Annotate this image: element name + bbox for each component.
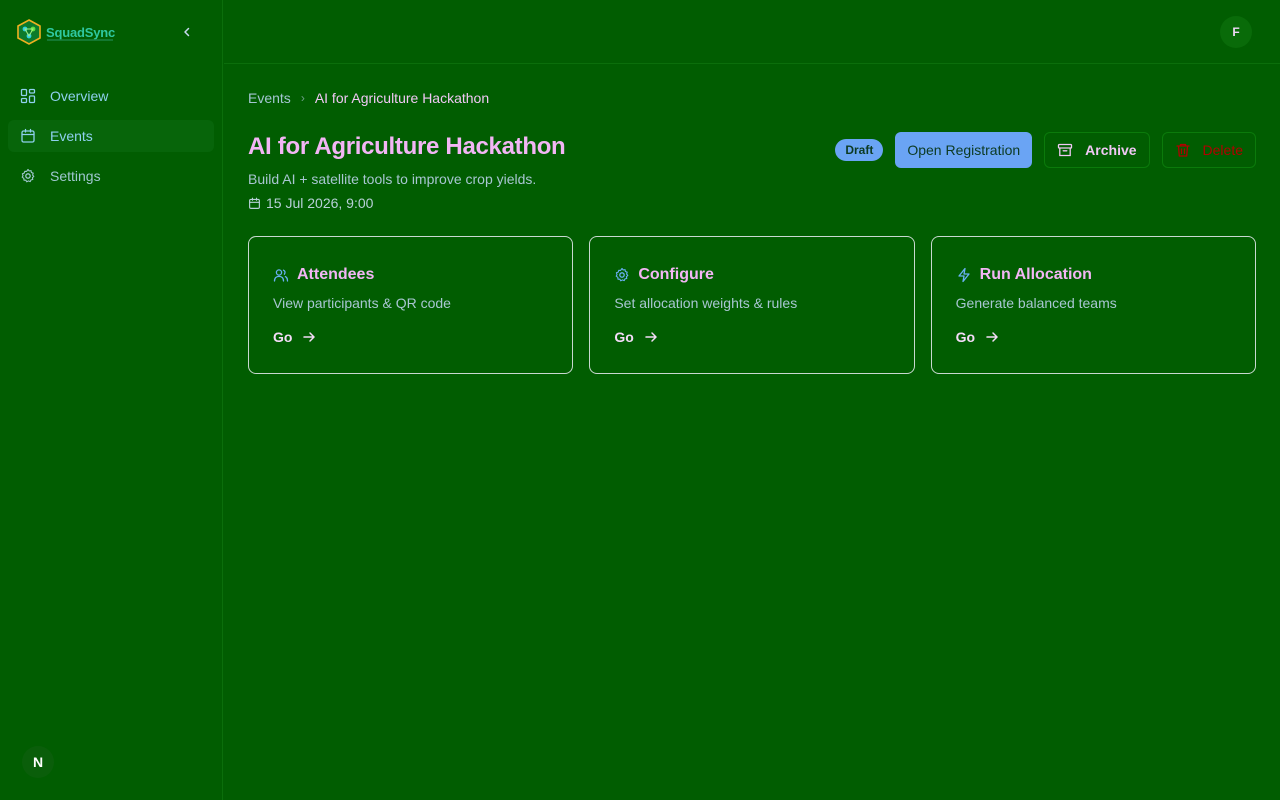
delete-button-label: Delete — [1202, 142, 1243, 158]
sidebar-item-events[interactable]: Events — [8, 120, 214, 152]
app-name: SquadSync — [46, 24, 115, 40]
configure-card[interactable]: Configure Set allocation weights & rules… — [589, 236, 915, 374]
page-title: AI for Agriculture Hackathon — [248, 133, 566, 160]
go-label: Go — [614, 329, 634, 345]
sidebar-nav: Overview Events Settings — [0, 64, 222, 192]
collapse-sidebar-button[interactable] — [176, 21, 198, 43]
card-description: View participants & QR code — [273, 295, 451, 311]
archive-button-label: Archive — [1085, 142, 1137, 158]
sidebar-item-label: Overview — [50, 88, 109, 104]
calendar-icon — [21, 128, 35, 143]
card-title-text: Attendees — [297, 266, 375, 283]
arrow-right-icon — [645, 332, 657, 342]
sidebar-item-label: Events — [50, 128, 93, 144]
logo-row: SquadSync — [0, 0, 222, 64]
gear-icon — [21, 168, 35, 183]
layout-grid-icon — [20, 88, 36, 104]
gear-icon — [615, 267, 629, 282]
arrow-right-icon — [986, 332, 998, 342]
breadcrumb: Events › AI for Agriculture Hackathon — [248, 90, 489, 106]
card-description: Set allocation weights & rules — [614, 295, 798, 311]
breadcrumb-events-link[interactable]: Events — [248, 90, 291, 106]
card-title-text: Configure — [638, 266, 714, 283]
breadcrumb-separator: › — [300, 91, 305, 105]
open-registration-button[interactable]: Open Registration — [895, 132, 1033, 168]
event-date-text: 15 Jul 2026, 9:00 — [266, 195, 374, 211]
status-badge: Draft — [835, 139, 884, 161]
sidebar-item-overview[interactable]: Overview — [8, 80, 214, 112]
lightning-icon — [958, 267, 970, 283]
card-title: Attendees — [273, 262, 548, 288]
action-cards: Attendees View participants & QR code Go… — [248, 236, 1256, 374]
sidebar-item-settings[interactable]: Settings — [8, 160, 214, 192]
sidebar-item-label: Settings — [50, 168, 101, 184]
attendees-card[interactable]: Attendees View participants & QR code Go — [248, 236, 574, 374]
archive-icon — [1058, 143, 1073, 157]
event-actions: Draft Open Registration Archive Delete — [835, 132, 1256, 168]
archive-button[interactable]: Archive — [1044, 132, 1150, 168]
go-label: Go — [955, 329, 976, 345]
users-icon — [273, 269, 289, 282]
run-allocation-go-link[interactable]: Go — [956, 329, 1231, 345]
calendar-icon — [249, 197, 260, 209]
sidebar: SquadSync Overview Events Settings N — [0, 0, 223, 800]
squadsync-logo-icon — [17, 19, 41, 45]
configure-go-link[interactable]: Go — [614, 329, 889, 345]
go-label: Go — [273, 329, 293, 345]
breadcrumb-current: AI for Agriculture Hackathon — [314, 90, 490, 106]
chevron-left-icon — [184, 27, 190, 37]
avatar[interactable]: F — [1220, 16, 1252, 48]
card-title-text: Run Allocation — [979, 266, 1092, 283]
framework-badge[interactable]: N — [22, 746, 54, 778]
topbar: F — [224, 0, 1280, 64]
card-title: Run Allocation — [956, 262, 1231, 288]
trash-icon — [1175, 143, 1190, 157]
logo-tagline-bar — [47, 39, 113, 41]
event-date: 15 Jul 2026, 9:00 — [248, 195, 373, 211]
attendees-go-link[interactable]: Go — [273, 329, 548, 345]
run-allocation-card[interactable]: Run Allocation Generate balanced teams G… — [930, 236, 1256, 374]
card-title: Configure — [614, 262, 889, 288]
card-description: Generate balanced teams — [955, 295, 1117, 311]
arrow-right-icon — [303, 332, 316, 342]
event-description: Build AI + satellite tools to improve cr… — [248, 171, 537, 187]
delete-button[interactable]: Delete — [1161, 132, 1256, 168]
